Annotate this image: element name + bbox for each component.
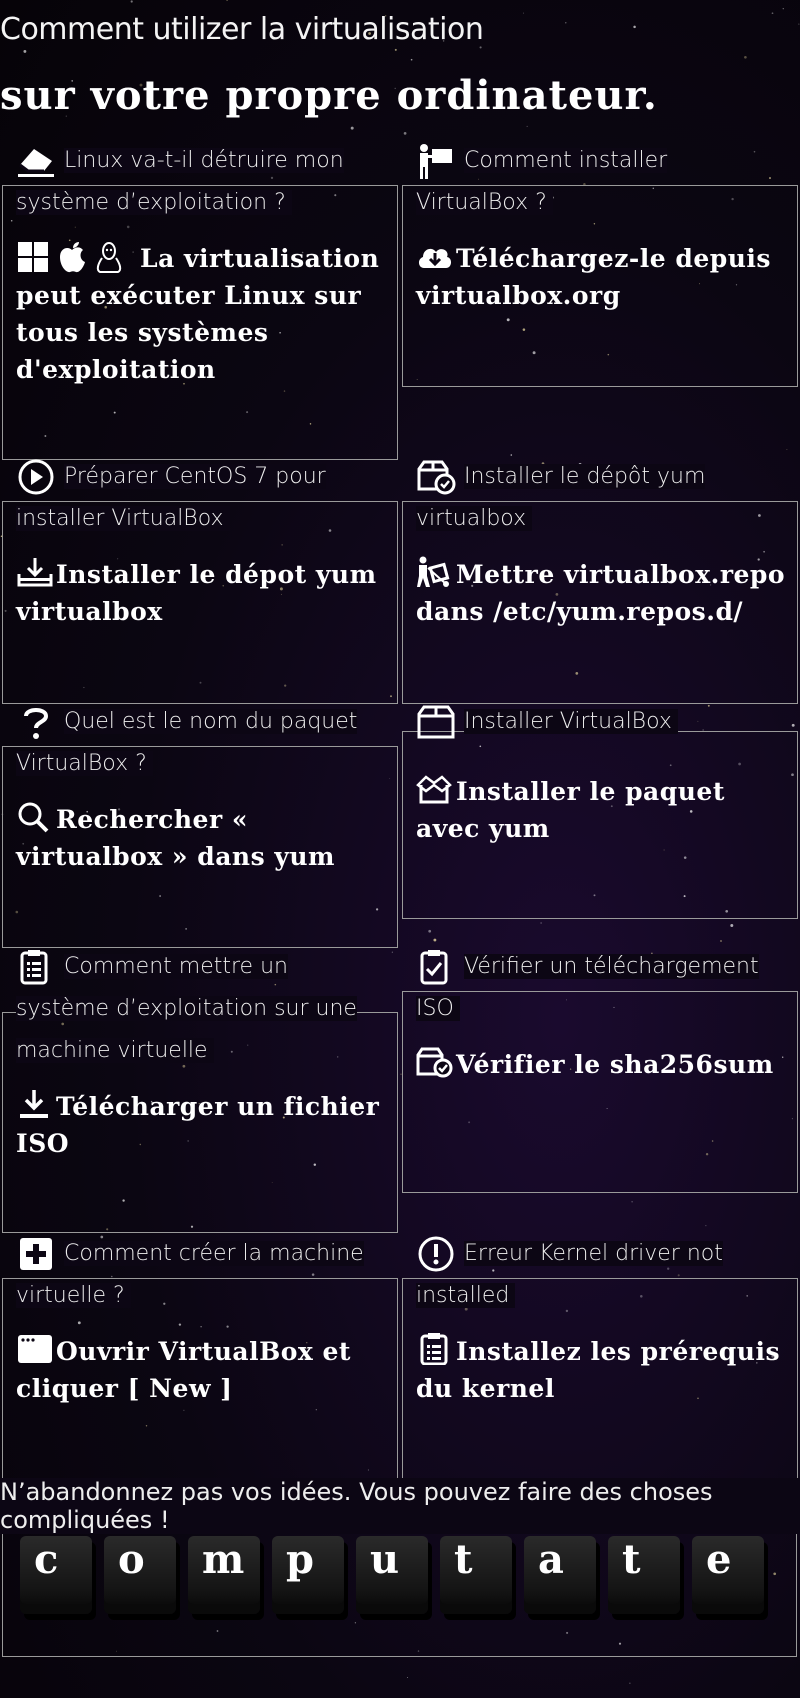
card-verify-iso: Vérifier un téléchargement ISO Vérifier … — [402, 946, 798, 1193]
clipboard-list-icon — [416, 1333, 454, 1365]
card-body: Téléchargez-le depuis virtualbox.org — [416, 240, 788, 314]
card-linux-destroy: Linux va-t-il détruire mon système d’exp… — [2, 140, 398, 460]
card-heading: Erreur Kernel driver not installed — [416, 1233, 784, 1317]
card-heading: Installer le dépôt yum virtualbox — [416, 456, 784, 540]
key-e: e — [692, 1536, 764, 1614]
person-dolly-icon — [416, 556, 454, 588]
card-body: Rechercher « virtualbox » dans yum — [16, 801, 388, 875]
card-install-virtualbox: Comment installer VirtualBox ? Télécharg… — [402, 140, 798, 387]
exclamation-circle-icon — [416, 1236, 456, 1272]
page-subtitle: Comment utilizer la virtualisation — [0, 12, 484, 47]
card-body: Installer le paquet avec yum — [416, 773, 788, 847]
key-p: p — [272, 1536, 344, 1614]
key-a: a — [524, 1536, 596, 1614]
card-body: Télécharger un fichier ISO — [16, 1088, 388, 1162]
person-sign-icon — [416, 143, 456, 179]
card-kernel-driver-error: Erreur Kernel driver not installed Insta… — [402, 1233, 798, 1479]
tray-download-icon — [16, 556, 54, 588]
clipboard-check-icon — [416, 949, 456, 985]
card-heading: Quel est le nom du paquet VirtualBox ? — [16, 701, 384, 785]
key-m: m — [188, 1536, 260, 1614]
key-c: c — [20, 1536, 92, 1614]
card-body: Installez les prérequis du kernel — [416, 1333, 788, 1407]
key-u: u — [356, 1536, 428, 1614]
os-logos-icon — [16, 240, 138, 273]
download-icon — [16, 1088, 54, 1120]
card-body: Installer le dépot yum virtualbox — [16, 556, 388, 630]
box-check-icon — [416, 459, 456, 495]
window-icon — [16, 1333, 54, 1365]
card-body: Ouvrir VirtualBox et cliquer [ New ] — [16, 1333, 388, 1407]
card-heading: Comment créer la machine virtuelle ? — [16, 1233, 384, 1317]
card-body: Mettre virtualbox.repo dans /etc/yum.rep… — [416, 556, 788, 630]
key-t: t — [440, 1536, 512, 1614]
cloud-download-icon — [416, 240, 454, 272]
plus-square-icon — [16, 1236, 56, 1272]
card-install-virtualbox-package: Installer VirtualBox Installer le paquet… — [402, 701, 798, 919]
key-o: o — [104, 1536, 176, 1614]
card-body: Vérifier le sha256sum — [416, 1046, 788, 1083]
clipboard-list-icon — [16, 949, 56, 985]
card-prepare-centos: Préparer CentOS 7 pour installer Virtual… — [2, 456, 398, 704]
question-icon — [16, 704, 56, 740]
card-heading: Installer VirtualBox — [416, 701, 784, 743]
play-circle-icon — [16, 459, 56, 495]
card-heading: Vérifier un téléchargement ISO — [416, 946, 784, 1030]
card-heading: Préparer CentOS 7 pour installer Virtual… — [16, 456, 384, 540]
card-body: La virtualisation peut exécuter Linux su… — [16, 240, 388, 388]
key-t-2: t — [608, 1536, 680, 1614]
eraser-icon — [16, 143, 56, 179]
card-package-name: Quel est le nom du paquet VirtualBox ? R… — [2, 701, 398, 948]
card-heading: Comment installer VirtualBox ? — [416, 140, 784, 224]
card-heading: Linux va-t-il détruire mon système d’exp… — [16, 140, 384, 224]
search-icon — [16, 801, 54, 833]
card-heading: Comment mettre un système d’exploitation… — [16, 946, 384, 1072]
box-check-icon — [416, 1046, 454, 1078]
box-icon — [416, 704, 456, 740]
footer-text: N’abandonnez pas vos idées. Vous pouvez … — [0, 1478, 800, 1534]
card-install-yum-repo: Installer le dépôt yum virtualbox Mettre… — [402, 456, 798, 704]
card-os-on-vm: Comment mettre un système d’exploitation… — [2, 946, 398, 1233]
box-open-icon — [416, 773, 454, 805]
card-create-vm: Comment créer la machine virtuelle ? Ouv… — [2, 1233, 398, 1479]
page-title: sur votre propre ordinateur. — [0, 72, 658, 119]
keyboard-keys: c o m p u t a t e — [20, 1536, 790, 1626]
